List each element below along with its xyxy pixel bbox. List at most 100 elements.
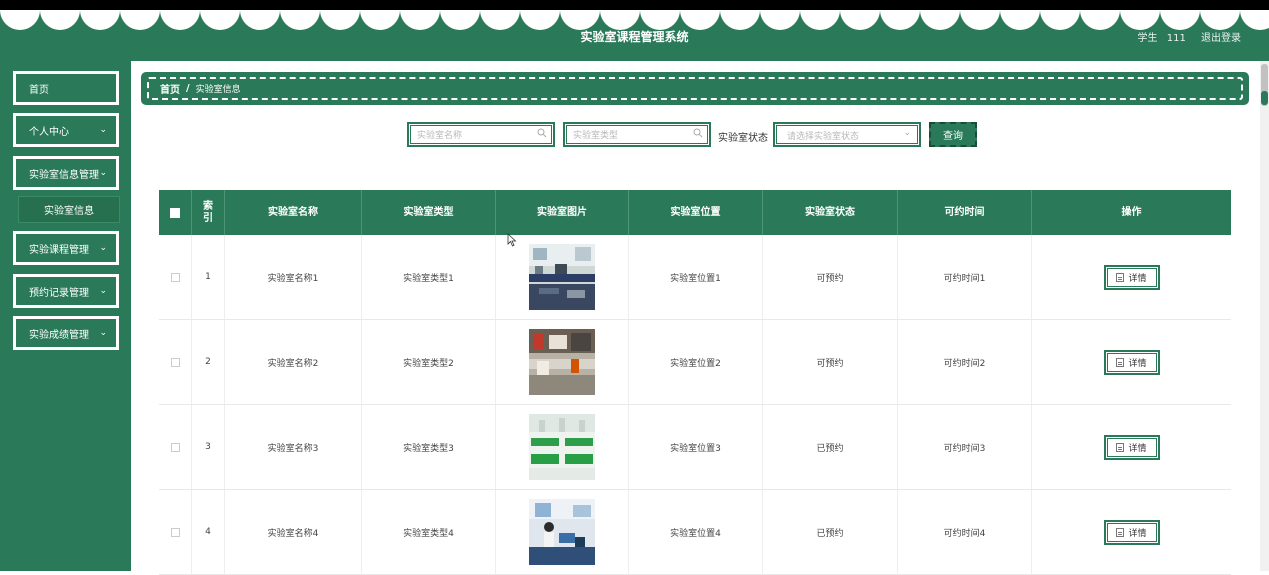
select-all-header xyxy=(159,190,192,235)
row-checkbox[interactable] xyxy=(170,272,180,282)
table-row: 3 实验室名称3 实验室类型3 实验室位置3 已预约 可约时间3 详情 xyxy=(159,405,1231,490)
chevron-down-icon: ⌄ xyxy=(99,168,107,178)
sidebar-item-booking-records[interactable]: 预约记录管理 ⌄ xyxy=(13,274,119,308)
table-row: 1 实验室名称1 实验室类型1 实验室位置1 可预约 可约时间1 详情 xyxy=(159,235,1231,320)
row-select-cell xyxy=(159,320,192,404)
sidebar-item-label: 预约记录管理 xyxy=(29,287,89,299)
column-header: 可约时间 xyxy=(898,190,1032,235)
table-row: 4 实验室名称4 实验室类型4 实验室位置4 已预约 可约时间4 详情 xyxy=(159,490,1231,575)
search-icon xyxy=(537,128,547,138)
column-header: 操作 xyxy=(1121,206,1142,218)
user-name: 111 xyxy=(1166,33,1186,44)
type-cell: 实验室类型1 xyxy=(362,235,496,319)
table-header: 索引 实验室名称 实验室类型 实验室图片 实验室位置 实验室状态 可约时间 操作 xyxy=(159,190,1231,235)
sidebar: 首页 个人中心 ⌄ 实验室信息管理 ⌄ 实验室信息 实验课程管理 ⌄ 预约记录管… xyxy=(0,61,131,571)
status-cell: 已预约 xyxy=(763,490,898,574)
sidebar-subitem-label: 实验室信息 xyxy=(44,206,94,217)
breadcrumb-home[interactable]: 首页 xyxy=(160,81,180,96)
page-scrollbar[interactable] xyxy=(1260,61,1269,571)
mouse-cursor-icon xyxy=(507,233,517,247)
app-title: 实验室课程管理系统 xyxy=(580,30,689,44)
sidebar-item-personal-center[interactable]: 个人中心 ⌄ xyxy=(13,113,119,147)
lab-photo[interactable] xyxy=(529,414,595,480)
detail-button[interactable]: 详情 xyxy=(1103,264,1160,290)
detail-button[interactable]: 详情 xyxy=(1103,349,1160,375)
image-cell xyxy=(496,235,629,319)
status-cell: 可预约 xyxy=(763,320,898,404)
location-cell: 实验室位置2 xyxy=(629,320,763,404)
time-cell: 可约时间4 xyxy=(898,490,1032,574)
chevron-down-icon: ⌄ xyxy=(903,128,911,138)
location-cell: 实验室位置3 xyxy=(629,405,763,489)
logout-link[interactable]: 退出登录 xyxy=(1201,33,1241,44)
document-icon xyxy=(1116,357,1125,367)
query-button[interactable]: 查询 xyxy=(929,122,977,147)
lab-photo[interactable] xyxy=(529,244,595,310)
lab-status-placeholder: 请选择实验室状态 xyxy=(787,132,860,142)
column-header: 实验室位置 xyxy=(629,190,763,235)
breadcrumb-current: 实验室信息 xyxy=(195,85,241,95)
user-area: 学生 111 退出登录 xyxy=(1132,29,1241,44)
index-cell: 3 xyxy=(192,405,225,489)
sidebar-item-home[interactable]: 首页 xyxy=(13,71,119,105)
sidebar-item-course-management[interactable]: 实验课程管理 ⌄ xyxy=(13,231,119,265)
action-cell: 详情 xyxy=(1032,405,1231,489)
chevron-down-icon: ⌄ xyxy=(99,286,107,296)
name-cell: 实验室名称3 xyxy=(225,405,362,489)
index-cell: 2 xyxy=(192,320,225,404)
index-cell: 4 xyxy=(192,490,225,574)
row-select-cell xyxy=(159,235,192,319)
select-all-checkbox[interactable] xyxy=(170,207,180,218)
name-cell: 实验室名称2 xyxy=(225,320,362,404)
lab-photo[interactable] xyxy=(529,329,595,395)
sidebar-item-label: 实验室信息管理 xyxy=(29,169,99,181)
document-icon xyxy=(1116,272,1125,282)
detail-label: 详情 xyxy=(1128,358,1147,369)
lab-name-search-field[interactable] xyxy=(407,122,555,147)
breadcrumb: 首页 / 实验室信息 xyxy=(141,72,1249,105)
row-checkbox[interactable] xyxy=(170,357,180,367)
column-header: 实验室类型 xyxy=(362,190,496,235)
sidebar-item-label: 实验课程管理 xyxy=(29,244,89,256)
chevron-down-icon: ⌄ xyxy=(99,328,107,338)
status-cell: 已预约 xyxy=(763,405,898,489)
breadcrumb-inner: 首页 / 实验室信息 xyxy=(147,77,1243,100)
image-cell xyxy=(496,405,629,489)
detail-button[interactable]: 详情 xyxy=(1103,519,1160,545)
scallop-decoration xyxy=(0,0,1269,30)
index-cell: 1 xyxy=(192,235,225,319)
row-checkbox[interactable] xyxy=(170,527,180,537)
row-checkbox[interactable] xyxy=(170,442,180,452)
detail-label: 详情 xyxy=(1128,443,1147,454)
column-header: 实验室图片 xyxy=(496,190,629,235)
type-cell: 实验室类型4 xyxy=(362,490,496,574)
time-cell: 可约时间3 xyxy=(898,405,1032,489)
user-role: 学生 xyxy=(1137,33,1158,44)
detail-button[interactable]: 详情 xyxy=(1103,434,1160,460)
sidebar-subitem-lab-info[interactable]: 实验室信息 xyxy=(18,196,120,223)
lab-type-input[interactable] xyxy=(573,128,683,142)
sidebar-item-lab-info-management[interactable]: 实验室信息管理 ⌄ xyxy=(13,156,119,190)
app-header: 实验室课程管理系统 学生 111 退出登录 xyxy=(0,0,1269,61)
sidebar-item-grade-management[interactable]: 实验成绩管理 ⌄ xyxy=(13,316,119,350)
document-icon xyxy=(1116,527,1125,537)
lab-type-search-field[interactable] xyxy=(563,122,711,147)
location-cell: 实验室位置4 xyxy=(629,490,763,574)
status-cell: 可预约 xyxy=(763,235,898,319)
time-cell: 可约时间1 xyxy=(898,235,1032,319)
lab-name-input[interactable] xyxy=(417,128,527,142)
type-cell: 实验室类型3 xyxy=(362,405,496,489)
type-cell: 实验室类型2 xyxy=(362,320,496,404)
row-select-cell xyxy=(159,405,192,489)
name-cell: 实验室名称1 xyxy=(225,235,362,319)
sidebar-item-label: 实验成绩管理 xyxy=(29,329,89,341)
action-cell: 详情 xyxy=(1032,235,1231,319)
chevron-down-icon: ⌄ xyxy=(99,125,107,135)
lab-status-select[interactable]: 请选择实验室状态 ⌄ xyxy=(773,122,921,147)
lab-photo[interactable] xyxy=(529,499,595,565)
table-row: 2 实验室名称2 实验室类型2 实验室位置2 可预约 可约时间2 详情 xyxy=(159,320,1231,405)
row-select-cell xyxy=(159,490,192,574)
scrollbar-thumb-accent xyxy=(1261,91,1268,105)
lab-table: 索引 实验室名称 实验室类型 实验室图片 实验室位置 实验室状态 可约时间 操作… xyxy=(159,190,1231,575)
document-icon xyxy=(1116,442,1125,452)
